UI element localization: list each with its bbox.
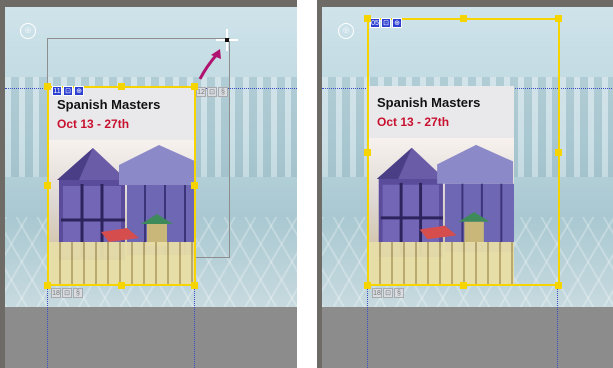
link-icon: ⊡ <box>381 18 391 28</box>
chain-icon: ⊕ <box>392 18 402 28</box>
floor-tiles <box>49 242 194 284</box>
vertical-guide <box>557 285 558 368</box>
resize-handle-middle-left[interactable] <box>44 182 51 189</box>
resize-handle-top-right[interactable] <box>555 15 562 22</box>
canvas-panel-left: ◎ 12 ⊡ § 18 ⊡ § Spanish Masters Oct 13 - 27t… <box>0 0 297 368</box>
frame-number-icon: 18 <box>372 288 382 298</box>
left-border <box>0 0 5 368</box>
vertical-guide <box>367 285 368 368</box>
top-border <box>317 0 613 7</box>
frame-badge[interactable]: 05 ⊡ ⊕ <box>370 18 402 28</box>
poster-title: Spanish Masters <box>377 95 481 110</box>
chain-icon: ⊕ <box>74 86 84 96</box>
poster-image: Spanish Masters Oct 13 - 27th <box>49 88 194 284</box>
resize-handle-bottom-middle[interactable] <box>118 282 125 289</box>
resize-handle-middle-right[interactable] <box>555 149 562 156</box>
resize-handle-top-right[interactable] <box>191 83 198 90</box>
ghost-frame-badge: 18 ⊡ § <box>51 288 83 298</box>
chain-icon: § <box>73 288 83 298</box>
vertical-guide <box>47 285 48 368</box>
resize-handle-top-middle[interactable] <box>460 15 467 22</box>
link-icon: ⊡ <box>383 288 393 298</box>
resize-handle-bottom-right[interactable] <box>555 282 562 289</box>
resize-handle-bottom-middle[interactable] <box>460 282 467 289</box>
pasteboard-area <box>5 307 297 368</box>
resize-handle-bottom-left[interactable] <box>364 282 371 289</box>
pasteboard-area <box>322 307 613 368</box>
selected-frame[interactable]: Spanish Masters Oct 13 - 27th <box>367 18 560 286</box>
chain-icon: § <box>218 87 228 97</box>
logo-icon: ◎ <box>338 23 354 39</box>
left-border <box>317 0 322 368</box>
resize-handle-middle-right[interactable] <box>191 182 198 189</box>
resize-handle-top-middle[interactable] <box>118 83 125 90</box>
frame-number-icon: 11 <box>52 86 62 96</box>
vertical-guide <box>194 285 195 368</box>
logo-icon: ◎ <box>20 23 36 39</box>
resize-handle-top-left[interactable] <box>44 83 51 90</box>
drag-direction-arrow-icon <box>198 49 221 80</box>
poster-image: Spanish Masters Oct 13 - 27th <box>369 86 514 284</box>
resize-handle-top-left[interactable] <box>364 15 371 22</box>
poster-dates: Oct 13 - 27th <box>377 115 450 129</box>
frame-number-icon: 18 <box>51 288 61 298</box>
crosshair-cursor-icon <box>216 29 238 51</box>
canvas-panel-right: ◎ 18 ⊡ § Spanish Masters Oct 13 - 27th 0… <box>317 0 613 368</box>
top-border <box>0 0 297 7</box>
selected-frame[interactable]: Spanish Masters Oct 13 - 27th <box>47 86 196 286</box>
resize-handle-bottom-right[interactable] <box>191 282 198 289</box>
floor-tiles <box>369 242 514 284</box>
building-picture <box>369 138 514 284</box>
resize-handle-middle-left[interactable] <box>364 149 371 156</box>
poster-title: Spanish Masters <box>57 97 161 112</box>
chain-icon: § <box>394 288 404 298</box>
frame-badge[interactable]: 11 ⊡ ⊕ <box>52 86 84 96</box>
ghost-frame-badge: 12 ⊡ § <box>196 87 228 97</box>
link-icon: ⊡ <box>63 86 73 96</box>
poster-dates: Oct 13 - 27th <box>57 117 130 131</box>
ghost-frame-badge: 18 ⊡ § <box>372 288 404 298</box>
building-picture <box>49 140 194 284</box>
resize-handle-bottom-left[interactable] <box>44 282 51 289</box>
link-icon: ⊡ <box>207 87 217 97</box>
frame-number-icon: 05 <box>370 18 380 28</box>
link-icon: ⊡ <box>62 288 72 298</box>
